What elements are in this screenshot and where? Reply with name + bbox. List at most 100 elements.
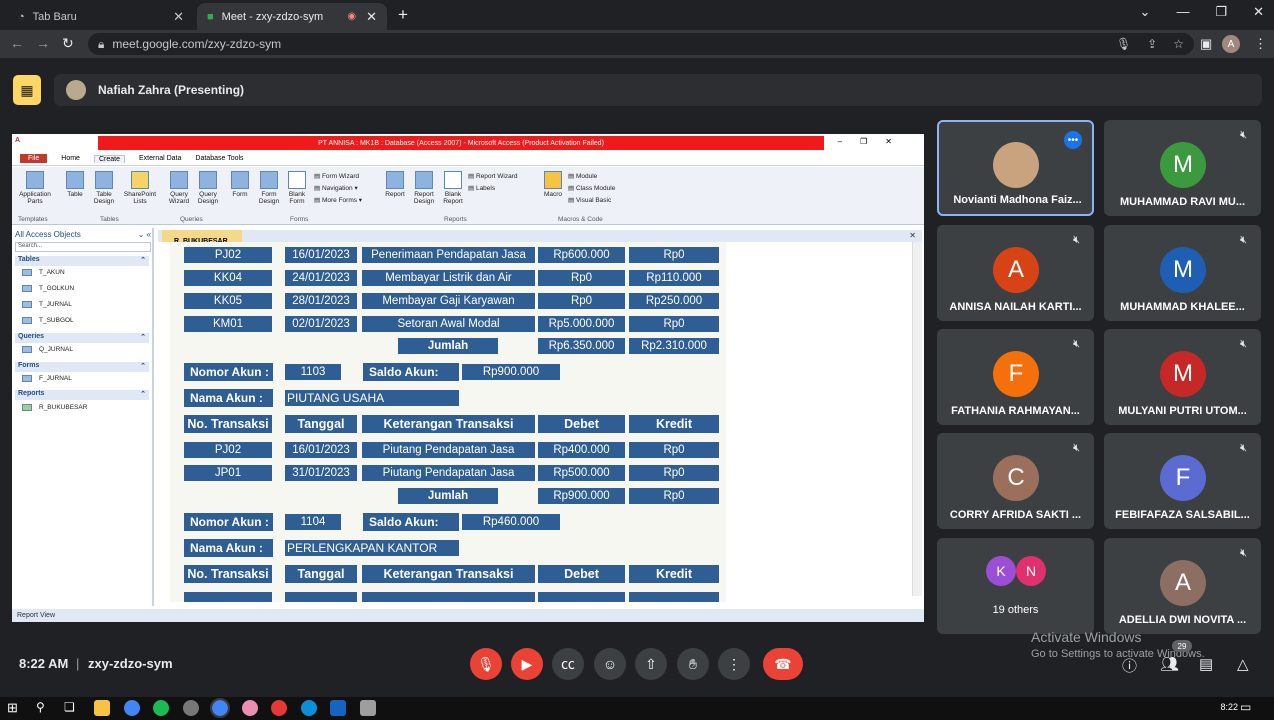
menu-icon[interactable]: ⋮ <box>1254 36 1267 52</box>
reactions-button[interactable]: ☺ <box>594 648 626 680</box>
navigation-button[interactable]: ▤ Navigation ▾ <box>314 185 374 192</box>
file-explorer-icon[interactable] <box>94 700 110 716</box>
others-tile[interactable]: K N 19 others <box>937 538 1094 634</box>
app-icon[interactable] <box>360 700 376 716</box>
side-panel-icon[interactable]: ▣ <box>1200 36 1212 52</box>
close-window-button[interactable]: ✕ <box>1253 4 1264 20</box>
form-wizard-button[interactable]: ▤ Form Wizard <box>314 173 374 180</box>
people-icon[interactable]: 👥︎ <box>1160 655 1179 673</box>
bookmark-star-icon[interactable]: ☆ <box>1173 37 1184 51</box>
participant-tile[interactable]: F 🔇︎ FATHANIA RAHMAYAN... <box>937 329 1094 425</box>
nav-item-t-jurnal[interactable]: T_JURNAL <box>39 301 72 308</box>
report-design-button[interactable]: Report Design <box>410 171 438 205</box>
blank-form-button[interactable]: Blank Form <box>284 171 310 205</box>
section-forms[interactable]: Forms ⌃ <box>15 362 149 372</box>
captions-button[interactable]: ㏄ <box>552 648 584 680</box>
mic-icon[interactable]: 🎙︎ <box>1116 37 1131 51</box>
mic-toggle-button[interactable]: 🎙︎ <box>470 648 502 680</box>
ribbon-tab-file[interactable]: File <box>20 154 48 163</box>
app-icon[interactable] <box>183 700 199 716</box>
nav-item-f-jurnal[interactable]: F_JURNAL <box>39 375 72 382</box>
nav-item-r-bukubesar[interactable]: R_BUKUBESAR <box>39 404 87 411</box>
ribbon-tab-home[interactable]: Home <box>61 155 80 162</box>
ribbon-tab-create[interactable]: Create <box>93 154 125 163</box>
blank-report-button[interactable]: Blank Report <box>440 171 466 205</box>
windows-start-icon[interactable]: ⊞ <box>7 700 18 716</box>
query-wizard-button[interactable]: Query Wizard <box>166 171 192 205</box>
address-bar[interactable]: 🔒︎ meet.google.com/zxy-zdzo-sym 🎙︎ ⇪ ☆ <box>88 33 1194 55</box>
stop-presenting-icon[interactable]: ▦ <box>13 75 41 105</box>
search-icon[interactable]: ⚲ <box>36 700 45 714</box>
ribbon-tab-database-tools[interactable]: Database Tools <box>195 155 243 162</box>
visual-basic-button[interactable]: ▤ Visual Basic <box>568 197 632 204</box>
more-options-button[interactable]: ⋮ <box>718 648 750 680</box>
new-tab-button[interactable]: + <box>398 5 408 25</box>
application-parts-button[interactable]: Application Parts <box>14 171 56 205</box>
participant-tile[interactable]: M 🔇︎ MULYANI PUTRI UTOM... <box>1104 329 1261 425</box>
tab-search-icon[interactable]: ⌄ <box>1140 4 1151 20</box>
more-options-icon[interactable]: ••• <box>1064 131 1082 149</box>
nav-item-q-jurnal[interactable]: Q_JURNAL <box>39 346 73 353</box>
chrome-icon[interactable] <box>124 700 140 716</box>
task-view-icon[interactable]: ❏ <box>64 700 75 714</box>
query-design-button[interactable]: Query Design <box>194 171 222 205</box>
share-icon[interactable]: ⇪ <box>1147 37 1157 51</box>
report-wizard-button[interactable]: ▤ Report Wizard <box>468 173 532 180</box>
section-reports[interactable]: Reports ⌃ <box>15 390 149 400</box>
activities-icon[interactable]: △ <box>1237 655 1249 673</box>
table-design-button[interactable]: Table Design <box>90 171 118 205</box>
report-tab[interactable]: R_BUKUBESAR <box>162 230 242 245</box>
report-button[interactable]: Report <box>382 171 408 198</box>
app-icon[interactable] <box>242 700 258 716</box>
nav-item-t-golkun[interactable]: T_GOLKUN <box>39 285 74 292</box>
table-button[interactable]: Table <box>62 171 88 198</box>
chat-icon[interactable]: ▤ <box>1199 655 1213 673</box>
app-icon[interactable] <box>330 700 346 716</box>
chrome-active-icon[interactable] <box>210 698 230 718</box>
labels-button[interactable]: ▤ Labels <box>468 185 532 192</box>
meeting-time: 8:22 AM <box>19 656 69 671</box>
tab-meet[interactable]: ■ Meet - zxy-zdzo-sym ◉ ✕ <box>197 3 387 30</box>
info-icon[interactable]: ⓘ <box>1122 655 1137 676</box>
close-report-icon[interactable]: ✕ <box>909 231 916 240</box>
close-tab-icon[interactable]: ✕ <box>366 9 377 25</box>
close-tab-icon[interactable]: ✕ <box>173 9 184 25</box>
minimize-button[interactable]: — <box>1176 4 1189 20</box>
ribbon-tab-external-data[interactable]: External Data <box>139 155 181 162</box>
present-button[interactable]: ⇧ <box>635 648 667 680</box>
participant-tile[interactable]: C 🔇︎ CORRY AFRIDA SAKTI ... <box>937 433 1094 529</box>
participant-tile[interactable]: A 🔇︎ ANNISA NAILAH KARTI... <box>937 225 1094 321</box>
form-design-button[interactable]: Form Design <box>256 171 282 205</box>
raise-hand-button[interactable]: ✋︎ <box>677 648 709 680</box>
camera-toggle-button[interactable]: ▶︎ <box>511 648 543 680</box>
macro-button[interactable]: Macro <box>540 171 566 198</box>
notification-icon[interactable]: ▭ <box>1240 700 1251 714</box>
profile-avatar[interactable]: A <box>1222 35 1240 53</box>
participant-tile[interactable]: F 🔇︎ FEBIFAFAZA SALSABIL... <box>1104 433 1261 529</box>
participant-tile[interactable]: ••• Novianti Madhona Faiz... <box>937 120 1094 216</box>
more-forms-button[interactable]: ▤ More Forms ▾ <box>314 197 374 204</box>
participant-tile[interactable]: M 🔇︎ MUHAMMAD RAVI MU... <box>1104 120 1261 216</box>
nav-item-t-akun[interactable]: T_AKUN <box>39 269 65 276</box>
section-tables[interactable]: Tables ⌃ <box>15 256 149 266</box>
back-icon[interactable]: ← <box>10 35 24 51</box>
report-scrollbar[interactable] <box>912 242 922 596</box>
restore-button[interactable]: ❐ <box>1215 4 1227 20</box>
reload-icon[interactable]: ↻ <box>62 35 74 52</box>
section-queries[interactable]: Queries ⌃ <box>15 333 149 343</box>
class-module-button[interactable]: ▤ Class Module <box>568 185 632 192</box>
nav-search-input[interactable]: Search... <box>15 242 151 252</box>
edge-icon[interactable] <box>301 700 317 716</box>
forward-icon[interactable]: → <box>36 35 50 51</box>
nav-item-t-subgol[interactable]: T_SUBGOL <box>39 317 74 324</box>
participant-tile[interactable]: M 🔇︎ MUHAMMAD KHALEE... <box>1104 225 1261 321</box>
participant-tile[interactable]: A 🔇︎ ADELLIA DWI NOVITA ... <box>1104 538 1261 634</box>
leave-call-button[interactable]: ☎︎ <box>763 648 803 680</box>
tab-new[interactable]: ◔ Tab Baru ✕ <box>8 3 194 30</box>
nav-title[interactable]: All Access Objects ⌄ « <box>15 230 151 241</box>
module-button[interactable]: ▤ Module <box>568 173 632 180</box>
spotify-icon[interactable] <box>153 700 169 716</box>
sharepoint-lists-button[interactable]: SharePoint Lists <box>120 171 160 205</box>
form-button[interactable]: Form <box>228 171 252 198</box>
opera-icon[interactable] <box>271 700 287 716</box>
